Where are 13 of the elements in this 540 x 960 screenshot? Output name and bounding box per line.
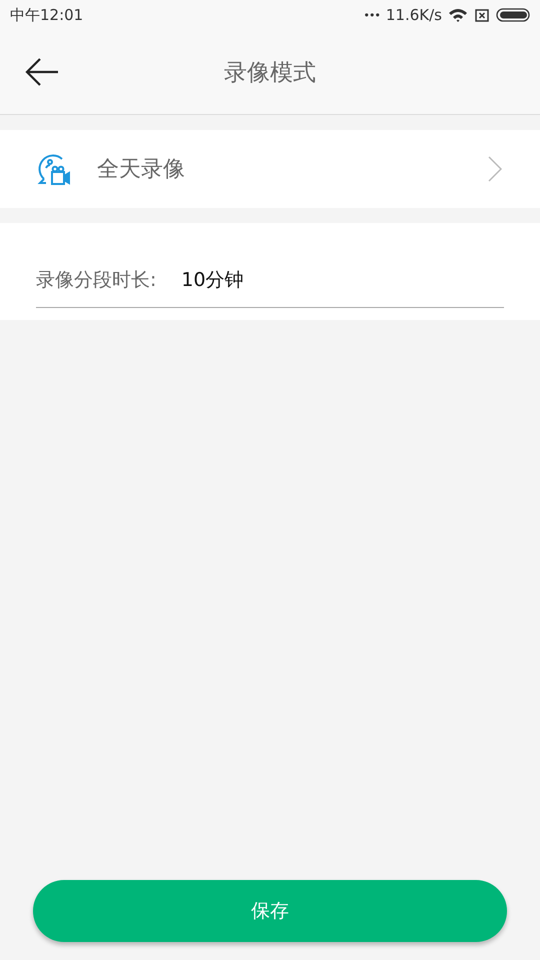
network-speed: 11.6K/s bbox=[386, 6, 442, 24]
back-icon[interactable] bbox=[25, 57, 59, 87]
status-time: 中午12:01 bbox=[10, 6, 84, 24]
sim-icon bbox=[474, 7, 490, 23]
segment-value[interactable]: 10分钟 bbox=[181, 266, 244, 292]
page-title: 录像模式 bbox=[224, 58, 316, 88]
chevron-right-icon bbox=[488, 156, 502, 182]
more-dots: ••• bbox=[363, 8, 380, 22]
wifi-icon bbox=[448, 7, 468, 23]
segment-label: 录像分段时长: bbox=[36, 268, 156, 292]
mode-row[interactable]: 全天录像 bbox=[0, 130, 540, 208]
mode-label: 全天录像 bbox=[97, 156, 186, 184]
battery-icon bbox=[496, 8, 530, 22]
